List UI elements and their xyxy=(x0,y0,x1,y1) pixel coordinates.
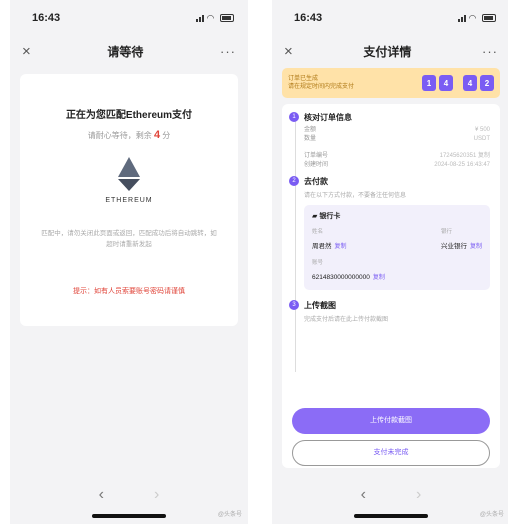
step-number: 3 xyxy=(289,300,299,310)
step-number: 1 xyxy=(289,112,299,122)
countdown-timer: 1 4 4 2 xyxy=(422,75,494,91)
bank-key: 银行 xyxy=(440,229,452,235)
step-pay: 2 去付款 请在以下方式付款，不要备注任何信息 ▰ 银行卡 姓名 周君然 复制 银… xyxy=(289,176,490,290)
more-icon[interactable]: ··· xyxy=(482,44,498,59)
info-key: 金额 xyxy=(304,127,317,133)
step-number: 2 xyxy=(289,176,299,186)
step-title: 上传截图 xyxy=(304,301,336,310)
banner-line-2: 请在规定时间内完成支付 xyxy=(288,84,355,90)
info-key: 订单编号 xyxy=(304,153,329,159)
step-title: 核对订单信息 xyxy=(304,113,352,122)
ethereum-logo-icon xyxy=(118,157,140,191)
info-row: 创建时间 2024-08-25 16:43:47 xyxy=(304,161,490,170)
watermark: @头条号 xyxy=(217,512,242,518)
card-value: 6214830000000000 xyxy=(312,274,370,281)
payment-incomplete-button[interactable]: 支付未完成 xyxy=(292,440,490,466)
status-time: 16:43 xyxy=(294,12,323,24)
battery-icon xyxy=(482,14,496,22)
matching-description: 匹配中，请勿关闭此页面或返回，匹配成功后将自动跳转，如超时请重新发起 xyxy=(41,230,217,248)
bank-card-heading: ▰ 银行卡 xyxy=(312,211,482,221)
warning-text: 提示：如有人员索要账号密码请谨慎 xyxy=(73,288,185,295)
forward-arrow-icon[interactable]: › xyxy=(416,486,421,504)
matching-heading: 正在为您匹配Ethereum支付 xyxy=(65,110,193,121)
wifi-icon: ◠ xyxy=(207,13,214,23)
name-value: 周君然 xyxy=(312,243,332,250)
countdown: 请耐心等待，剩余 4 分 xyxy=(32,129,226,141)
browser-toolbar: ‹ › @头条号 xyxy=(10,476,248,524)
bank-card-title: 银行卡 xyxy=(319,213,341,220)
waiting-screen: 16:43 ◠ × 请等待 ··· 正在为您匹配Ethereum支付 请耐心等待… xyxy=(10,0,248,524)
wifi-icon: ◠ xyxy=(469,13,476,23)
watermark: @头条号 xyxy=(479,512,504,518)
matching-card: 正在为您匹配Ethereum支付 请耐心等待，剩余 4 分 ETHEREUM 匹… xyxy=(20,74,238,326)
page-title: 支付详情 xyxy=(363,44,412,59)
countdown-value: 4 xyxy=(153,129,161,141)
bank-grid: 姓名 周君然 复制 银行 兴业银行 复制 xyxy=(312,227,482,253)
info-row: 数量 USDT xyxy=(304,135,490,144)
status-time: 16:43 xyxy=(32,12,61,24)
close-icon[interactable]: × xyxy=(22,43,31,60)
close-icon[interactable]: × xyxy=(284,43,293,60)
card-key: 账号 xyxy=(312,260,324,266)
timer-digit: 1 xyxy=(422,75,436,91)
banner-line-1: 订单已生成 xyxy=(288,76,319,82)
copy-bank-button[interactable]: 复制 xyxy=(470,244,482,250)
bank-card-info: ▰ 银行卡 姓名 周君然 复制 银行 兴业银行 复制 账号 621483000000… xyxy=(304,205,490,290)
info-value: 2024-08-25 16:43:47 xyxy=(434,162,490,168)
info-key: 数量 xyxy=(304,136,317,142)
nav-bar: × 请等待 ··· xyxy=(10,36,248,66)
signal-icon xyxy=(196,14,204,22)
home-indicator[interactable] xyxy=(92,514,166,518)
info-row: 金额 ¥ 500 xyxy=(304,126,490,135)
upload-screenshot-button[interactable]: 上传付款截图 xyxy=(292,408,490,434)
payment-steps-card: 1 核对订单信息 金额 ¥ 500 数量 USDT 订单编号 17245620351 … xyxy=(282,104,500,468)
countdown-unit: 分 xyxy=(162,131,171,140)
status-bar: 16:43 ◠ xyxy=(272,0,508,36)
name-field: 姓名 周君然 复制 xyxy=(312,227,347,253)
status-indicators: ◠ xyxy=(458,13,496,23)
back-arrow-icon[interactable]: ‹ xyxy=(99,486,104,504)
name-key: 姓名 xyxy=(312,229,324,235)
timer-separator xyxy=(456,75,460,91)
order-timer-banner: 订单已生成 请在规定时间内完成支付 1 4 4 2 xyxy=(282,68,500,98)
timer-digit: 4 xyxy=(439,75,453,91)
step-subtitle: 请在以下方式付款，不要备注任何信息 xyxy=(304,193,407,199)
copy-card-button[interactable]: 复制 xyxy=(373,275,385,281)
nav-bar: × 支付详情 ··· xyxy=(272,36,508,66)
banner-text: 订单已生成 请在规定时间内完成支付 xyxy=(288,75,354,91)
card-field: 账号 6214830000000000 复制 xyxy=(312,258,482,284)
browser-toolbar: ‹ › @头条号 xyxy=(272,476,508,524)
step-title: 去付款 xyxy=(304,177,328,186)
page-title: 请等待 xyxy=(107,44,144,59)
coin-label: ETHEREUM xyxy=(105,197,153,204)
home-indicator[interactable] xyxy=(354,514,428,518)
step-subtitle: 完成支付后请在此上传付款截图 xyxy=(304,317,389,323)
timer-digit: 2 xyxy=(480,75,494,91)
countdown-prefix: 请耐心等待，剩余 xyxy=(87,131,152,140)
info-row: 订单编号 17245620351 复制 xyxy=(304,152,490,161)
status-bar: 16:43 ◠ xyxy=(10,0,248,36)
payment-detail-screen: 16:43 ◠ × 支付详情 ··· 订单已生成 请在规定时间内完成支付 1 4… xyxy=(272,0,508,524)
signal-icon xyxy=(458,14,466,22)
copy-name-button[interactable]: 复制 xyxy=(335,244,347,250)
info-value: USDT xyxy=(473,136,490,142)
order-number-copy[interactable]: 17245620351 复制 xyxy=(440,152,490,161)
info-value: ¥ 500 xyxy=(474,127,490,133)
status-indicators: ◠ xyxy=(196,13,234,23)
more-icon[interactable]: ··· xyxy=(220,44,236,59)
back-arrow-icon[interactable]: ‹ xyxy=(361,486,366,504)
forward-arrow-icon[interactable]: › xyxy=(154,486,159,504)
info-key: 创建时间 xyxy=(304,162,329,168)
timer-digit: 4 xyxy=(463,75,477,91)
step-upload: 3 上传截图 完成支付后请在此上传付款截图 xyxy=(289,300,490,323)
battery-icon xyxy=(220,14,234,22)
bank-field: 银行 兴业银行 复制 xyxy=(441,227,482,253)
bank-value: 兴业银行 xyxy=(440,243,467,250)
timeline-line xyxy=(295,120,296,372)
step-verify-order: 1 核对订单信息 金额 ¥ 500 数量 USDT 订单编号 17245620351 … xyxy=(289,112,490,170)
